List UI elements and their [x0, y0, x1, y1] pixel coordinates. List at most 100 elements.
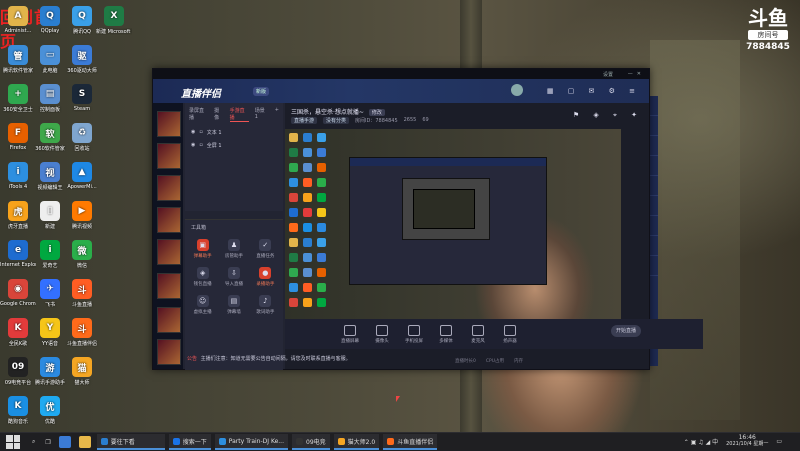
- game-tile[interactable]: [157, 111, 181, 137]
- desktop-icon-label: 虎牙直播: [7, 224, 28, 230]
- scene-row[interactable]: ◉ ▫ 文本 1: [185, 126, 283, 139]
- desktop-icon[interactable]: e Internet Explorer: [0, 240, 36, 268]
- game-tile[interactable]: [157, 339, 181, 365]
- desktop-icon[interactable]: 驱 360驱动大师: [64, 45, 100, 74]
- search-icon[interactable]: ⌕: [32, 438, 35, 446]
- tool-item[interactable]: ♟ 房管助手: [218, 239, 249, 259]
- eye-icon[interactable]: ◉: [191, 142, 195, 149]
- tool-item[interactable]: ⇩ 导入直播: [218, 267, 249, 287]
- app-icon: 猫: [72, 357, 92, 377]
- desktop-icon[interactable]: ✈ 飞书: [32, 279, 68, 308]
- desktop-icon[interactable]: 猫猫大师: [64, 357, 100, 386]
- desktop-icon[interactable]: +360安全卫士: [0, 84, 36, 113]
- room-toolbar-icons[interactable]: ⚑ ◈ ⌖ ✦: [573, 111, 643, 120]
- tool-item[interactable]: ▤ 弹幕墙: [218, 295, 249, 315]
- desktop-icon[interactable]: ◉ Google Chrome: [0, 279, 36, 307]
- desktop-icon[interactable]: 管腾讯软件管家: [0, 45, 36, 74]
- desktop-icon[interactable]: 视视频编辑王: [32, 162, 68, 191]
- desktop-icon[interactable]: K 全民K歌: [0, 318, 36, 347]
- app-icon: ✈: [40, 279, 60, 299]
- game-tile[interactable]: [157, 207, 181, 233]
- scene-tab[interactable]: 手游直播: [229, 107, 249, 122]
- desktop-icon-label: 腾讯手游助手: [34, 380, 65, 386]
- version-badge[interactable]: 新版: [253, 87, 270, 96]
- desktop-icon[interactable]: 09 09电竞平台: [0, 357, 36, 386]
- clock[interactable]: 16:46 2021/10/4 星期一: [726, 434, 768, 448]
- scene-tab[interactable]: 摄像: [214, 107, 224, 122]
- taskbar-app[interactable]: 搜索一下: [168, 434, 211, 450]
- preview-icon: [303, 178, 312, 187]
- avatar[interactable]: [511, 84, 523, 96]
- go-live-button[interactable]: 开始直播: [611, 325, 641, 337]
- game-tile[interactable]: [157, 273, 181, 299]
- media-control[interactable]: 麦克风: [467, 324, 489, 344]
- desktop-icon[interactable]: ▤ 控制面板: [32, 84, 68, 113]
- room-info-item[interactable]: 直播手游: [291, 117, 318, 124]
- desktop-icon[interactable]: 软 360软件管家: [32, 123, 68, 152]
- game-tile[interactable]: [157, 307, 181, 333]
- add-scene-button[interactable]: +: [275, 107, 279, 122]
- desktop-icon[interactable]: 斗斗鱼直播: [64, 279, 100, 308]
- desktop-icon[interactable]: 斗斗鱼直播伴侣: [64, 318, 100, 347]
- taskbar-app[interactable]: Party Train-DJ Ke...: [214, 434, 288, 450]
- scene-tab[interactable]: 录屏直播: [189, 107, 208, 122]
- notification-icon[interactable]: ▭: [776, 438, 782, 445]
- desktop-icon[interactable]: i 爱奇艺: [32, 240, 68, 269]
- window-titlebar[interactable]: 设置 —✕: [153, 69, 649, 79]
- desktop-icon[interactable]: ♻ 回收站: [64, 123, 100, 152]
- media-control[interactable]: 手机投屏: [403, 324, 425, 344]
- window-controls[interactable]: —✕: [628, 71, 645, 77]
- settings-link[interactable]: 设置: [603, 71, 613, 78]
- lock-icon[interactable]: ▫: [199, 142, 202, 149]
- room-info-item[interactable]: 没有分类: [323, 117, 350, 124]
- desktop-icon[interactable]: ▲ ApowerMi...: [64, 162, 100, 190]
- desktop-icon[interactable]: X 新建 Microsoft Excel...: [96, 6, 132, 35]
- desktop-icon[interactable]: F Firefox: [0, 123, 36, 151]
- tool-item[interactable]: ● 录播助手: [250, 267, 281, 287]
- folder-icon[interactable]: [78, 436, 91, 448]
- media-control[interactable]: 扬声器: [499, 324, 521, 344]
- lock-icon[interactable]: ▫: [199, 129, 202, 136]
- media-control[interactable]: 直播屏幕: [339, 324, 361, 344]
- stream-preview[interactable]: [285, 129, 621, 319]
- desktop-icon[interactable]: S Steam: [64, 84, 100, 112]
- desktop-icon[interactable]: ▭ 此电脑: [32, 45, 68, 74]
- desktop-icon[interactable]: K 酷狗音乐: [0, 396, 36, 425]
- app-icon: Y: [40, 318, 60, 338]
- start-button[interactable]: [6, 435, 20, 449]
- game-tile[interactable]: [157, 143, 181, 169]
- header-tools[interactable]: ▦ ▢ ✉ ⚙ ≡: [547, 87, 641, 95]
- task-view-icon[interactable]: ❐: [45, 439, 50, 446]
- taskbar-app[interactable]: 猫大师2.0: [333, 434, 380, 450]
- tool-item[interactable]: ▣ 弹幕助手: [187, 239, 218, 259]
- desktop-icon[interactable]: 虎虎牙直播: [0, 201, 36, 230]
- desktop-icon[interactable]: Y YY语音: [32, 318, 68, 347]
- desktop-icon[interactable]: A Administ...: [0, 6, 36, 34]
- desktop-icon[interactable]: 优优酷: [32, 396, 68, 425]
- tool-item[interactable]: ☺ 虚拟主播: [187, 295, 218, 315]
- desktop-icon[interactable]: Q 腾讯QQ: [64, 6, 100, 35]
- desktop-icon[interactable]: ▯ 新建: [32, 201, 68, 230]
- media-control[interactable]: 多媒体: [435, 324, 457, 344]
- desktop-icon[interactable]: 游腾讯手游助手: [32, 357, 68, 386]
- taskbar-app-label: 09电竞: [306, 438, 326, 446]
- game-tile[interactable]: [157, 239, 181, 265]
- tool-item[interactable]: ♪ 歌词助手: [250, 295, 281, 315]
- desktop-icon[interactable]: i iTools 4: [0, 162, 36, 190]
- browser-icon[interactable]: [58, 436, 71, 448]
- taskbar-app[interactable]: 09电竞: [292, 434, 330, 450]
- scene-tab[interactable]: 场景 1: [255, 107, 269, 122]
- tray-icons[interactable]: ⌃ ▣ ♫ ◢ 中: [684, 437, 718, 446]
- scene-row[interactable]: ◉ ▫ 全屏 1: [185, 139, 283, 152]
- taskbar-search-box[interactable]: 要往下看: [96, 434, 165, 450]
- desktop-icon[interactable]: Q QQplay: [32, 6, 68, 34]
- game-tile[interactable]: [157, 175, 181, 201]
- tool-item[interactable]: ✓ 直播任务: [250, 239, 281, 259]
- taskbar-app[interactable]: 斗鱼直播伴侣: [383, 434, 438, 450]
- media-control[interactable]: 摄像头: [371, 324, 393, 344]
- eye-icon[interactable]: ◉: [191, 129, 195, 136]
- desktop-icon[interactable]: ▶ 腾讯视频: [64, 201, 100, 230]
- edit-title-button[interactable]: 修改: [368, 109, 385, 116]
- desktop-icon[interactable]: 微微信: [64, 240, 100, 269]
- tool-item[interactable]: ◈ 钱包直播: [187, 267, 218, 287]
